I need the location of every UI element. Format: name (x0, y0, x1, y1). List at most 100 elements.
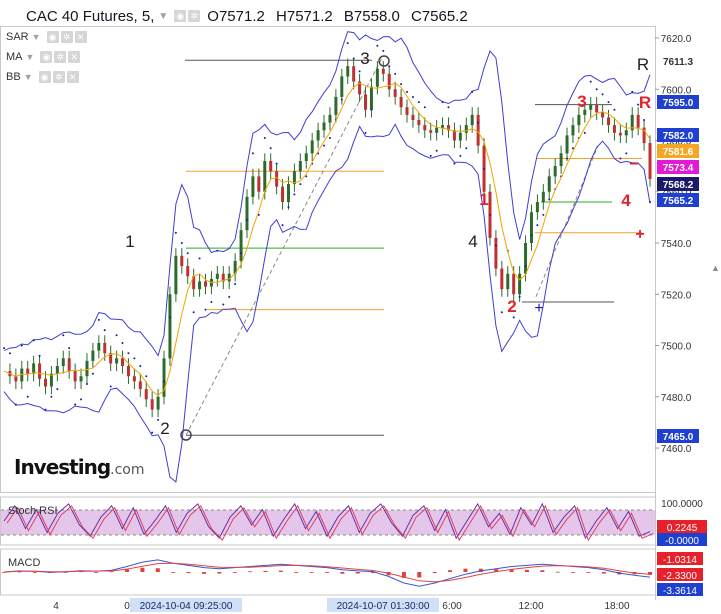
stoch-value-label: -0.0000 (665, 536, 699, 547)
price-tick-label: 7600.0 (661, 85, 692, 96)
sar-dot (512, 316, 515, 319)
sar-dot (441, 101, 444, 104)
indicator-ma-label[interactable]: MA (6, 51, 23, 63)
macd-histogram-bar (340, 572, 345, 574)
sar-dot (269, 147, 272, 150)
time-highlight-label: 2024-10-07 01:30:00 (337, 601, 430, 612)
candle-body (263, 161, 267, 192)
macd-title: MACD (8, 557, 40, 569)
main-pane-frame (0, 26, 656, 493)
macd-value-label: -2.3300 (663, 571, 697, 582)
candle-body (198, 281, 202, 290)
sar-dot (97, 318, 100, 321)
price-tag-label: 7611.3 (663, 57, 693, 68)
sar-dot (500, 311, 503, 314)
level-lines-layer (185, 55, 642, 436)
candle-body (541, 191, 545, 202)
candle-body (43, 378, 47, 387)
candle-body (286, 184, 290, 202)
candle-body (369, 86, 373, 110)
candle-body (298, 161, 302, 172)
sar-dot (204, 308, 207, 311)
macd-histogram-bar (325, 572, 329, 573)
indicator-bb-label[interactable]: BB (6, 71, 21, 83)
chevron-down-icon[interactable]: ▼ (32, 32, 41, 42)
eye-icon[interactable]: ◉ (38, 71, 51, 83)
chevron-down-icon[interactable]: ▼ (158, 11, 168, 22)
sar-dot (417, 101, 420, 104)
parabolic-sar-layer (3, 42, 651, 434)
sar-dot (494, 244, 497, 247)
sar-dot (352, 57, 355, 60)
sar-dot (80, 398, 83, 401)
close-icon[interactable]: ✕ (68, 51, 81, 63)
eye-icon[interactable]: ◉ (46, 31, 59, 43)
chevron-down-icon[interactable]: ▼ (24, 72, 33, 82)
candles-layer (8, 58, 652, 418)
close-icon[interactable]: ✕ (66, 71, 79, 83)
sar-dot (127, 352, 130, 355)
indicator-bb-row[interactable]: BB ▼ ◉ ✲ ✕ (6, 71, 81, 83)
wave-label: + (534, 300, 543, 317)
price-tag-label: 7573.4 (663, 163, 694, 174)
sar-dot (435, 149, 438, 152)
sar-dot (631, 90, 634, 93)
candle-body (91, 350, 95, 361)
sar-dot (103, 329, 106, 332)
sar-dot (429, 154, 432, 157)
candle-body (26, 368, 30, 374)
gear-icon[interactable]: ✲ (60, 31, 73, 43)
sar-dot (625, 152, 628, 155)
gear-icon[interactable]: ✲ (188, 10, 201, 22)
sar-dot (483, 167, 486, 170)
sar-dot (518, 295, 521, 298)
price-tag-label: 7581.6 (663, 147, 694, 158)
price-tick-label: 7620.0 (661, 34, 692, 45)
scroll-up-icon[interactable]: ▲ (711, 263, 720, 273)
sar-dot (358, 70, 361, 73)
chevron-down-icon[interactable]: ▼ (26, 52, 35, 62)
candle-body (322, 122, 326, 131)
indicator-sar-label[interactable]: SAR (6, 31, 29, 43)
candle-body (441, 125, 445, 128)
sar-dot (56, 388, 59, 391)
price-tag-label: 7465.0 (663, 432, 694, 443)
macd-histogram-bar (140, 567, 145, 572)
candle-body (32, 363, 36, 374)
chart-canvas: 7460.07480.07500.07520.07540.07560.07580… (0, 26, 707, 612)
gear-icon[interactable]: ✲ (54, 51, 67, 63)
sar-dot (524, 265, 527, 268)
macd-histogram-bar (355, 572, 360, 574)
indicator-sar-row[interactable]: SAR ▼ ◉ ✲ ✕ (6, 31, 89, 43)
sar-dot (649, 201, 651, 203)
macd-histogram-bar (263, 570, 268, 572)
time-tick-label: 12:00 (518, 601, 543, 612)
time-axis[interactable]: 4 0 6:00 12:00 18:00 2024-10-04 09:25:00 2024-… (53, 598, 630, 612)
stoch-rsi-pane: Stoch RSI 100.0000 0.2245 -0.0000 (0, 496, 707, 547)
macd-histogram-bar (278, 570, 283, 572)
sar-dot (74, 403, 77, 406)
gear-icon[interactable]: ✲ (52, 71, 65, 83)
sar-dot (328, 136, 331, 139)
stoch-band-fill (1, 510, 655, 535)
wave-label: 3 (577, 92, 586, 111)
candle-body (476, 114, 480, 146)
candle-body (204, 281, 208, 287)
candle-body (589, 104, 593, 110)
sar-dot (3, 347, 5, 350)
eye-icon[interactable]: ◉ (174, 10, 187, 22)
bollinger-bands-layer (3, 31, 651, 483)
wave-label: + (635, 226, 644, 243)
close-icon[interactable]: ✕ (74, 31, 87, 43)
eye-icon[interactable]: ◉ (40, 51, 53, 63)
candle-body (423, 125, 427, 131)
sar-dot (548, 198, 551, 201)
indicator-ma-row[interactable]: MA ▼ ◉ ✲ ✕ (6, 51, 82, 63)
candle-body (470, 114, 474, 126)
instrument-title[interactable]: CAC 40 Futures, 5, (26, 8, 154, 25)
sar-dot (192, 311, 195, 314)
sar-dot (68, 347, 71, 350)
sar-dot (613, 108, 616, 111)
candle-body (393, 89, 397, 97)
price-tag-label: 7582.0 (663, 131, 694, 142)
